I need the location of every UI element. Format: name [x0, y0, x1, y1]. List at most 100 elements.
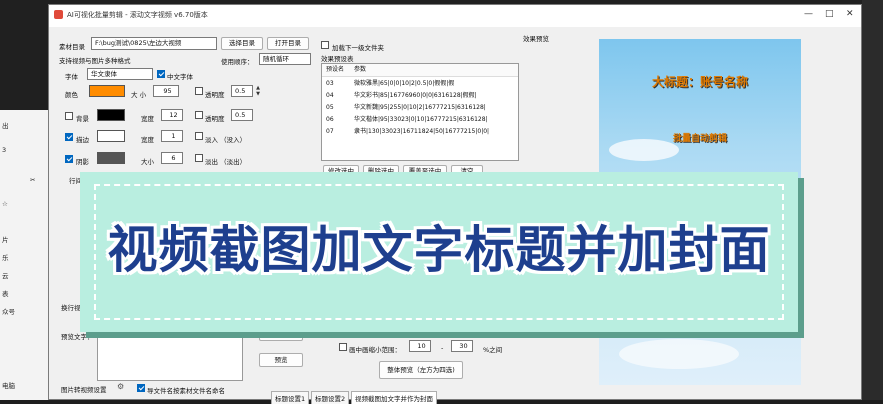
preset-params-cell: 华文彩书|85|16776960|0|0|6316128|假假|	[354, 92, 477, 99]
preset-params-cell: 微软雅黑|65|0|0|10|2|0.5|0|假假|假	[354, 80, 455, 87]
overall-preview-button[interactable]: 整体预览（左方为四选)	[379, 361, 463, 379]
preset-name-cell: 06	[326, 116, 334, 123]
presets-label: 效果预设表	[321, 55, 354, 63]
tab-title-settings-1[interactable]: 标题设置1	[271, 391, 310, 404]
select-directory-button[interactable]: 选择目录	[221, 37, 263, 50]
fadein-checkbox[interactable]	[195, 132, 203, 140]
right-background-strip	[862, 0, 883, 400]
range-to-input[interactable]: 30	[451, 340, 473, 352]
stroke-width-input[interactable]: 1	[161, 130, 183, 142]
use-order-label: 使用顺序：	[221, 58, 254, 66]
background-width-label: 宽度	[141, 115, 154, 123]
shadow-swatch[interactable]	[97, 152, 125, 164]
range-checkbox[interactable]	[339, 343, 347, 351]
fadeout-label: 淡出 （淡出）	[205, 158, 247, 166]
background-transparency-input[interactable]: 0.5	[231, 109, 253, 121]
stroke-swatch[interactable]	[97, 130, 125, 142]
table-row[interactable]: 07 隶书|130|33023|16711824|50|16777215|0|0|	[322, 126, 518, 138]
range-unit: %之间	[483, 346, 503, 354]
transparency-checkbox[interactable]	[195, 87, 203, 95]
banner-text: 视频截图加文字标题并加封面	[107, 221, 771, 279]
presets-header: 预设名 参数	[322, 64, 518, 77]
list-item[interactable]: 电脑	[2, 380, 15, 390]
preview-button[interactable]: 预览	[259, 353, 303, 367]
transparency-spinner-icon[interactable]: ▲ ▼	[254, 85, 262, 97]
background-checkbox[interactable]	[65, 112, 73, 120]
preset-name-cell: 07	[326, 128, 334, 135]
preset-name-cell: 03	[326, 80, 334, 87]
presets-header-name: 预设名	[326, 66, 345, 73]
font-label: 字体	[65, 73, 78, 81]
window-title: AI可视化批量剪辑 - 滚动文字视频 v6.70版本	[67, 11, 208, 19]
fadein-label: 淡入 （没入）	[205, 136, 247, 144]
load-subfolder-label: 加载下一级文件夹	[332, 44, 384, 52]
transparency-label: 透明度	[205, 91, 225, 99]
maximize-button[interactable]: □	[825, 9, 834, 19]
range-from-input[interactable]: 10	[409, 340, 431, 352]
minimize-button[interactable]: —	[804, 9, 813, 19]
chinese-font-checkbox[interactable]	[157, 70, 165, 78]
open-directory-button[interactable]: 打开目录	[267, 37, 309, 50]
list-item[interactable]: 众号	[2, 306, 15, 316]
gear-icon[interactable]: ⚙	[117, 382, 124, 391]
list-item[interactable]: 出	[2, 120, 9, 130]
background-width-input[interactable]: 12	[161, 109, 183, 121]
stroke-label: 描边	[76, 136, 89, 144]
chinese-font-label: 中文字体	[167, 73, 193, 81]
preview-text-label: 预览文字：	[61, 333, 94, 341]
range-separator: -	[441, 344, 444, 352]
stroke-width-label: 宽度	[141, 136, 154, 144]
pic-to-video-label: 图片转视频设置	[61, 386, 107, 394]
table-row[interactable]: 03 微软雅黑|65|0|0|10|2|0.5|0|假假|假	[322, 78, 518, 90]
tab-title-settings-2[interactable]: 标题设置2	[311, 391, 350, 404]
shadow-checkbox[interactable]	[65, 155, 73, 163]
size-input[interactable]: 95	[153, 85, 179, 97]
preview-text-input[interactable]	[97, 329, 243, 381]
preset-name-cell: 04	[326, 92, 334, 99]
close-button[interactable]: ✕	[846, 9, 854, 19]
list-item[interactable]: 云	[2, 270, 9, 280]
preview-label: 效果预览	[523, 35, 549, 43]
title-bar: AI可视化批量剪辑 - 滚动文字视频 v6.70版本 — □ ✕	[49, 5, 861, 27]
preview-title-text: 大标题：账号名称	[651, 75, 748, 89]
preset-params-cell: 隶书|130|33023|16711824|50|16777215|0|0|	[354, 128, 490, 135]
explorer-items: 出 3 ✂ ☆ 片 乐 云 表 众号 电脑	[0, 110, 48, 400]
material-label: 素材目录	[59, 43, 85, 51]
table-row[interactable]: 05 华文新魏|95|255|0|10|2|16777215|6316128|	[322, 102, 518, 114]
fadeout-checkbox[interactable]	[195, 154, 203, 162]
table-row[interactable]: 04 华文彩书|85|16776960|0|0|6316128|假假|	[322, 90, 518, 102]
table-row[interactable]: 06 华文楷体|95|33023|0|10|16777215|6316128|	[322, 114, 518, 126]
size-label: 大 小	[131, 91, 147, 99]
range-label: 画中画缩小范围：	[349, 346, 401, 354]
presets-header-params: 参数	[354, 66, 367, 73]
background-transparency-checkbox[interactable]	[195, 111, 203, 119]
shadow-label: 阴影	[76, 158, 89, 166]
transparency-input[interactable]: 0.5	[231, 85, 253, 97]
font-select[interactable]: 华文隶体	[87, 68, 153, 80]
stroke-checkbox[interactable]	[65, 133, 73, 141]
load-subfolder-checkbox[interactable]	[321, 41, 329, 49]
preview-sub-text: 批量自动剪辑	[672, 134, 727, 144]
presets-table[interactable]: 预设名 参数 03 微软雅黑|65|0|0|10|2|0.5|0|假假|假 04 华…	[321, 63, 519, 161]
background-swatch[interactable]	[97, 109, 125, 121]
color-label: 颜色	[65, 91, 78, 99]
support-formats-text: 支持视频与图片多种格式	[59, 57, 131, 65]
export-name-label: 导文件名按素材文件名命名	[147, 387, 225, 395]
shadow-size-label: 大小	[141, 158, 154, 166]
preset-params-cell: 华文楷体|95|33023|0|10|16777215|6316128|	[354, 116, 488, 123]
material-path-input[interactable]: F:\bug测试\0825\左边大视频	[91, 37, 217, 50]
tab-screenshot-cover[interactable]: 视频截图加文字并作为封面	[351, 391, 437, 404]
list-item[interactable]: ☆	[2, 200, 8, 208]
background-transparency-label: 透明度	[205, 115, 225, 123]
use-order-select[interactable]: 随机循环	[259, 53, 311, 65]
app-icon	[54, 10, 63, 19]
color-swatch[interactable]	[89, 85, 125, 97]
list-item[interactable]: 表	[2, 288, 9, 298]
list-item[interactable]: 乐	[2, 252, 9, 262]
scissors-icon[interactable]: ✂	[30, 176, 35, 184]
preset-name-cell: 05	[326, 104, 334, 111]
list-item[interactable]: 片	[2, 234, 9, 244]
shadow-size-input[interactable]: 6	[161, 152, 183, 164]
list-item[interactable]: 3	[2, 146, 6, 154]
export-name-checkbox[interactable]	[137, 384, 145, 392]
